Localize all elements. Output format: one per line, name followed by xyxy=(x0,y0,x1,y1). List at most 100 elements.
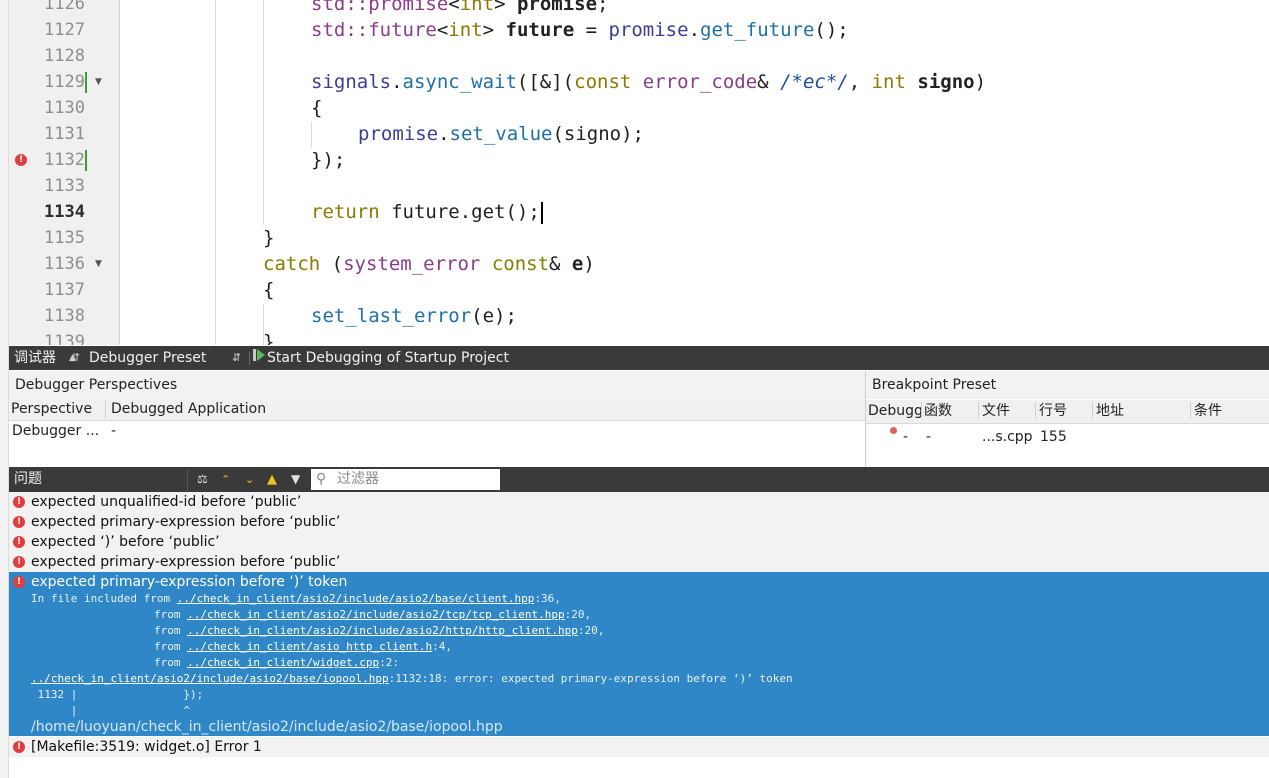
preset-dropdown-icon[interactable]: ⇵ xyxy=(232,346,241,370)
search-icon: ⚲ xyxy=(316,471,327,487)
code-editor[interactable]: 1126 std::promise<int> promise; 1127 std… xyxy=(9,0,1269,345)
issue-row[interactable]: ! expected primary-expression before ‘pu… xyxy=(9,552,1269,573)
change-marker xyxy=(85,72,87,93)
filter-icon[interactable]: ▼ xyxy=(291,467,300,492)
breakpoint-preset-panel: Breakpoint Preset Debugg 函数 文件 行号 地址 条件 … xyxy=(866,371,1269,467)
code-line[interactable]: 1133 xyxy=(9,173,1269,199)
filter-input[interactable]: ⚲ 过滤器 xyxy=(311,469,500,490)
file-link[interactable]: ../check_in_client/asio2/include/asio2/b… xyxy=(177,592,535,605)
code-line[interactable]: 1135 } xyxy=(9,225,1269,251)
file-link[interactable]: ../check_in_client/widget.cpp xyxy=(187,656,379,669)
line-number: 1131 xyxy=(44,124,85,144)
column-header-line[interactable]: 行号 xyxy=(1039,400,1067,423)
previous-item-icon[interactable]: ⌃ xyxy=(221,467,230,492)
line-number: 1133 xyxy=(44,176,85,196)
table-row[interactable]: - - ...s.cpp 155 xyxy=(866,427,1269,447)
column-header-perspective[interactable]: Perspective xyxy=(11,399,92,420)
application-cell: - xyxy=(111,423,117,439)
text-cursor xyxy=(540,201,543,224)
issue-text: expected ‘)’ before ‘public’ xyxy=(31,534,220,550)
code-line-current[interactable]: 1134 return future.get(); xyxy=(9,199,1269,225)
warning-filter-icon[interactable]: ▲ xyxy=(267,467,277,492)
perspective-cell: Debugger ... xyxy=(12,423,100,439)
error-icon: ! xyxy=(13,576,25,588)
code-line[interactable]: 1139 } xyxy=(9,329,1269,345)
debugger-perspectives-panel: Debugger Perspectives Perspective Debugg… xyxy=(9,371,866,467)
line-number: 1128 xyxy=(44,46,85,66)
source-excerpt-line: 1132 | }); xyxy=(31,688,204,701)
start-debugging-button[interactable]: Start Debugging of Startup Project xyxy=(267,346,509,370)
file-link[interactable]: ../check_in_client/asio2/include/asio2/h… xyxy=(187,624,578,637)
fold-arrow-icon[interactable]: ▼ xyxy=(95,251,102,277)
line-number: 1127 xyxy=(44,20,85,40)
issues-title: 问题 xyxy=(14,471,42,487)
code-line[interactable]: 1131 promise.set_value(signo); xyxy=(9,121,1269,147)
error-icon: ! xyxy=(13,536,25,548)
line-cell: 155 xyxy=(1040,429,1067,445)
issue-text: expected primary-expression before ‘publ… xyxy=(31,514,341,530)
code-line[interactable]: 1130 { xyxy=(9,95,1269,121)
issue-row-selected[interactable]: ! expected primary-expression before ‘)’… xyxy=(9,572,1269,736)
filter-placeholder: 过滤器 xyxy=(337,471,379,487)
clean-icon[interactable]: ⚖ xyxy=(197,467,208,492)
table-header: Debugg 函数 文件 行号 地址 条件 xyxy=(866,400,1269,424)
switch-view-icon[interactable]: ⇵ xyxy=(71,346,80,370)
line-number: 1132 xyxy=(44,150,85,170)
code-line[interactable]: 1127 std::future<int> future = promise.g… xyxy=(9,17,1269,43)
error-icon: ! xyxy=(13,496,25,508)
file-path: /home/luoyuan/check_in_client/asio2/incl… xyxy=(31,719,503,735)
change-marker xyxy=(85,150,87,171)
table-header: Perspective Debugged Application xyxy=(9,399,865,421)
column-header-debugger[interactable]: Debugg xyxy=(868,400,923,423)
include-trace-line: from ../check_in_client/asio2/include/as… xyxy=(154,608,592,621)
issues-toolbar: 问题 ⚖ ⌃ ⌄ ▲ ▼ ⚲ 过滤器 xyxy=(9,467,1269,492)
column-header-function[interactable]: 函数 xyxy=(924,400,952,423)
column-header-address[interactable]: 地址 xyxy=(1096,400,1124,423)
code-line[interactable]: ! 1132 }); xyxy=(9,147,1269,173)
panel-title: Debugger Perspectives xyxy=(15,377,178,393)
table-row[interactable]: Debugger ... - xyxy=(9,421,865,441)
include-trace-line: In file included from ../check_in_client… xyxy=(31,592,561,605)
include-trace-line: from ../check_in_client/asio2/include/as… xyxy=(154,624,605,637)
file-link[interactable]: ../check_in_client/asio2/include/asio2/t… xyxy=(187,608,565,621)
code-line[interactable]: 1129 ▼ signals.async_wait([&](const erro… xyxy=(9,69,1269,95)
issue-text: expected primary-expression before ‘publ… xyxy=(31,554,341,570)
line-number: 1139 xyxy=(44,332,85,345)
left-mode-strip xyxy=(0,0,9,778)
fold-arrow-icon[interactable]: ▼ xyxy=(95,69,102,95)
file-link[interactable]: ../check_in_client/asio_http_client.h xyxy=(187,640,432,653)
line-number: 1138 xyxy=(44,306,85,326)
issue-row[interactable]: ! expected primary-expression before ‘pu… xyxy=(9,512,1269,533)
issue-row[interactable]: ! expected ‘)’ before ‘public’ xyxy=(9,532,1269,553)
line-number: 1126 xyxy=(44,0,85,14)
error-detail-line: ../check_in_client/asio2/include/asio2/b… xyxy=(31,672,793,685)
error-icon: ! xyxy=(13,741,25,753)
issue-text: expected unqualified-id before ‘public’ xyxy=(31,494,302,510)
line-number: 1135 xyxy=(44,228,85,248)
file-cell: ...s.cpp xyxy=(982,429,1033,445)
issue-row[interactable]: ! [Makefile:3519: widget.o] Error 1 xyxy=(9,737,1269,758)
column-header-file[interactable]: 文件 xyxy=(982,400,1010,423)
code-line[interactable]: 1136 ▼ catch (system_error const& e) xyxy=(9,251,1269,277)
start-debug-icon[interactable] xyxy=(253,346,266,370)
issue-text: [Makefile:3519: widget.o] Error 1 xyxy=(31,739,262,755)
issue-row[interactable]: ! expected unqualified-id before ‘public… xyxy=(9,492,1269,513)
error-icon: ! xyxy=(13,556,25,568)
debugger-cell: - xyxy=(903,429,909,445)
error-icon: ! xyxy=(13,516,25,528)
line-number: 1137 xyxy=(44,280,85,300)
code-line[interactable]: 1126 std::promise<int> promise; xyxy=(9,0,1269,17)
line-number: 1129 xyxy=(44,72,85,92)
code-line[interactable]: 1137 { xyxy=(9,277,1269,303)
file-link[interactable]: ../check_in_client/asio2/include/asio2/b… xyxy=(31,672,389,685)
code-line[interactable]: 1138 set_last_error(e); xyxy=(9,303,1269,329)
column-header-application[interactable]: Debugged Application xyxy=(111,399,266,420)
toolbar-separator xyxy=(249,352,250,365)
column-header-condition[interactable]: 条件 xyxy=(1194,400,1222,423)
next-item-icon[interactable]: ⌄ xyxy=(245,467,254,492)
debugger-title: 调试器 xyxy=(14,350,56,366)
preset-select[interactable]: Debugger Preset xyxy=(89,346,206,370)
code-line[interactable]: 1128 xyxy=(9,43,1269,69)
line-number: 1130 xyxy=(44,98,85,118)
issues-list: ! expected unqualified-id before ‘public… xyxy=(9,492,1269,778)
